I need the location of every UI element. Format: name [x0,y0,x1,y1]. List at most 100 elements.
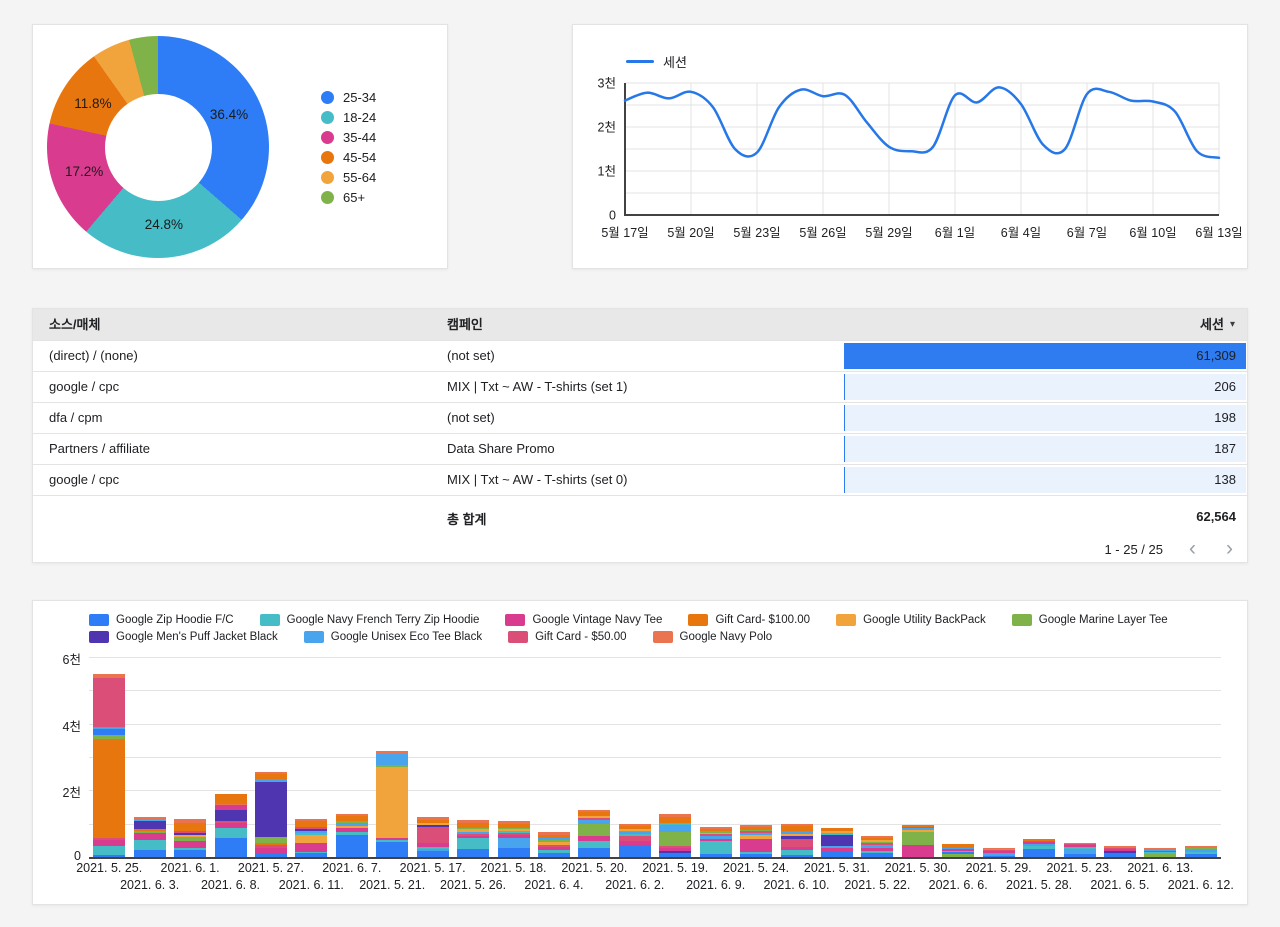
source-cell: google / cpc [49,379,120,394]
legend-swatch-icon [89,614,109,626]
col-header-campaign[interactable]: 캠페인 [447,309,483,340]
donut-legend-item: 45-54 [321,147,376,167]
bar-stack[interactable] [740,825,773,857]
source-table-card: 소스/매체 캠페인 세션 ▾ (direct) / (none) (not set… [32,308,1248,563]
table-row[interactable]: (direct) / (none) (not set) 61,309 [33,340,1247,371]
bar-segment [1023,848,1056,857]
bar-stack[interactable] [93,674,126,857]
bar-segment [93,678,126,728]
donut-slice-percent-label: 36.4% [209,106,249,122]
sessions-bar-fill [844,374,846,400]
x-tick-label: 2021. 5. 25. [76,861,143,875]
bar-stack[interactable] [416,816,449,857]
bar-stack[interactable] [174,819,207,857]
bar-segment [174,823,207,832]
bar-segment [578,848,611,857]
x-tick-label: 2021. 5. 28. [1006,878,1073,892]
x-tick-label: 2021. 5. 31. [803,861,870,875]
bar-segment [820,835,853,846]
bar-segment [376,767,409,838]
sessions-bar-fill [844,436,846,462]
bar-stack[interactable] [659,814,692,857]
x-tick-label: 2021. 5. 17. [399,861,466,875]
x-tick-label: 2021. 6. 9. [686,878,746,892]
bar-segment [901,832,934,845]
bar-stack[interactable] [376,751,409,857]
bar-stack[interactable] [457,819,490,857]
bar-stack[interactable] [214,793,247,857]
table-row[interactable]: dfa / cpm (not set) 198 [33,402,1247,433]
donut-slice-percent-label: 17.2% [64,164,104,180]
gridline [89,757,1221,758]
bar-segment [174,850,207,857]
x-tick-label: 2021. 5. 24. [723,861,790,875]
x-tick-label: 2021. 6. 12. [1167,878,1234,892]
bar-stack[interactable] [133,817,166,857]
svg-text:1천: 1천 [598,164,616,179]
legend-label: Gift Card - $50.00 [535,631,627,643]
legend-swatch-icon [259,614,280,626]
bar-stack[interactable] [982,847,1015,857]
gridline [89,723,1221,725]
x-tick-label: 2021. 6. 1. [160,861,220,875]
pagination-prev-button[interactable]: ‹ [1185,538,1200,559]
bar-stack[interactable] [1184,845,1217,857]
line-series-swatch [626,60,654,63]
legend-label: 35-44 [343,129,377,145]
x-tick-label: 2021. 6. 5. [1090,878,1150,892]
bar-segment [376,754,409,766]
bar-stack[interactable] [1063,842,1096,857]
bar-stack[interactable] [537,831,570,857]
x-tick-label: 2021. 5. 23. [1046,861,1113,875]
x-tick-label: 2021. 6. 3. [120,878,180,892]
x-tick-label: 2021. 5. 21. [359,878,426,892]
bar-stack[interactable] [901,825,934,857]
table-row[interactable]: Partners / affiliate Data Share Promo 187 [33,433,1247,464]
legend-label: 65+ [343,189,366,205]
bar-stack[interactable] [861,836,894,857]
legend-label: Google Zip Hoodie F/C [116,614,234,626]
bar-segment [214,810,247,821]
bars-legend-row: Google Zip Hoodie F/C Google Navy French … [89,614,1168,626]
y-tick-label: 2천 [62,786,81,801]
col-header-sessions[interactable]: 세션 ▾ [1200,309,1235,340]
sessions-line-chart[interactable]: 0 1천 2천 3천 5월 17일 5월 20일 5월 23일 5월 26일 5월 29일 6월 … [579,67,1243,263]
bar-stack[interactable] [780,824,813,857]
bar-stack[interactable] [578,810,611,857]
bar-stack[interactable] [618,823,651,857]
sessions-value: 198 [1214,410,1236,425]
bar-stack[interactable] [820,828,853,857]
legend-dot-icon [321,130,334,144]
col-header-source[interactable]: 소스/매체 [49,309,100,340]
age-donut-legend: 25-34 18-24 35-44 45-54 55-64 65+ [321,87,376,207]
bar-stack[interactable] [1023,839,1056,857]
bar-stack[interactable] [1103,846,1136,857]
x-tick-label: 2021. 5. 26. [440,878,507,892]
table-row[interactable]: google / cpc MIX | Txt ~ AW - T-shirts (s… [33,371,1247,402]
pagination-range: 1 - 25 / 25 [1104,541,1163,557]
bar-stack[interactable] [295,818,328,857]
bar-stack[interactable] [335,813,368,857]
bar-stack[interactable] [942,844,975,857]
bars-legend-item: Google Navy French Terry Zip Hoodie [259,614,479,626]
bar-segment [254,781,287,838]
bar-stack[interactable] [699,826,732,857]
bar-stack[interactable] [254,771,287,857]
legend-label: 45-54 [343,149,377,165]
bar-stack[interactable] [497,821,530,857]
svg-text:2천: 2천 [598,120,616,135]
sessions-line-card: 세션 0 1천 2천 3천 5월 17일 5월 20일 5월 23일 5월 26일 5월 29일… [572,24,1248,269]
svg-text:3천: 3천 [598,76,616,91]
legend-dot-icon [321,110,334,124]
campaign-cell: Data Share Promo [447,441,555,456]
bar-segment [133,833,166,841]
table-header-row: 소스/매체 캠페인 세션 ▾ [33,309,1247,340]
pagination-next-button[interactable]: › [1222,538,1237,559]
bar-stack[interactable] [1144,847,1177,857]
bar-segment [174,841,207,848]
sessions-bar-fill [844,467,845,493]
product-bar-chart[interactable]: 0 2천 4천 6천 [33,653,1249,863]
table-row[interactable]: google / cpc MIX | Txt ~ AW - T-shirts (s… [33,464,1247,495]
svg-text:5월 26일: 5월 26일 [799,226,846,240]
age-donut-wrap: 36.4% 24.8% 17.2% 11.8% 25-34 18-24 35-44 45-5… [33,25,447,268]
